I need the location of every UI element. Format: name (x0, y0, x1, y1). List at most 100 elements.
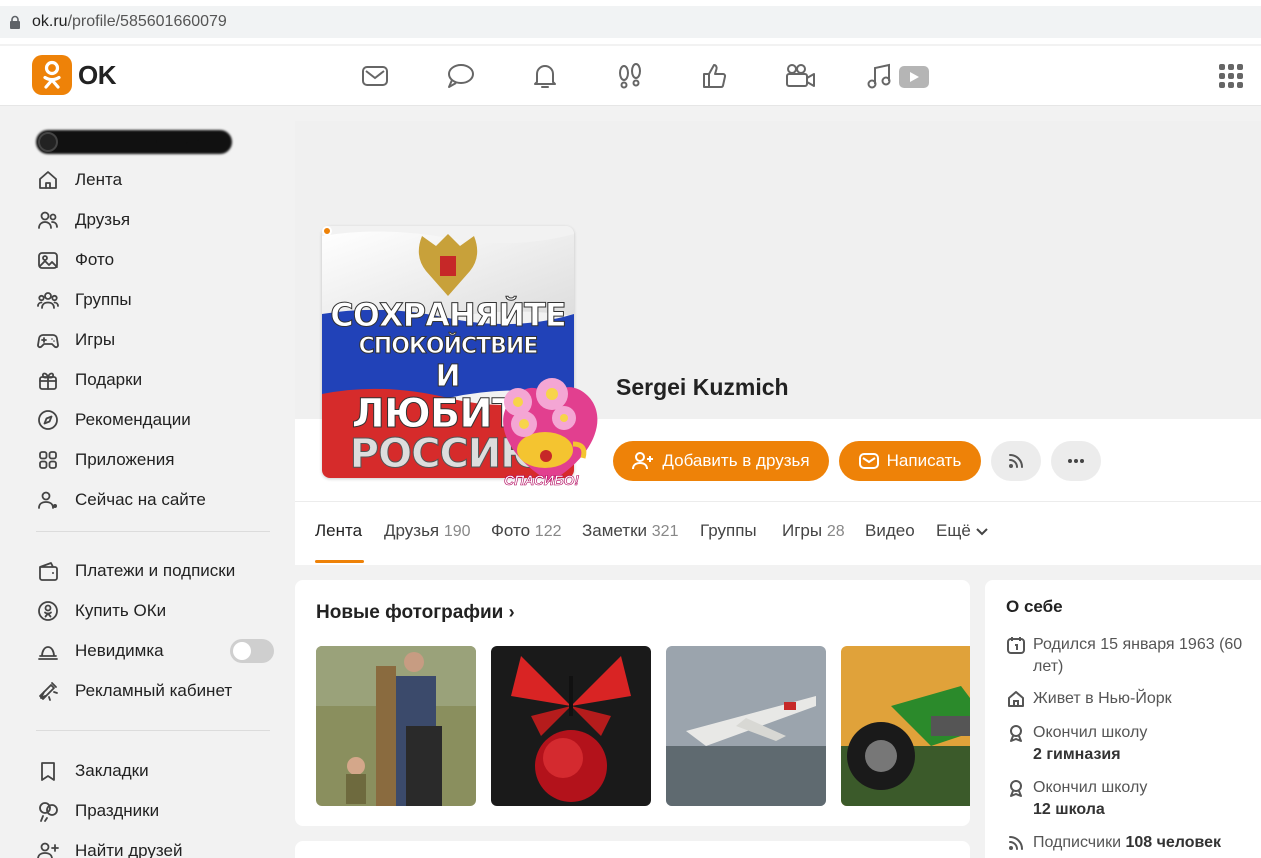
incognito-icon (36, 639, 60, 663)
sidebar-item-label: Праздники (75, 801, 160, 820)
logo-text: OK (78, 59, 117, 90)
sidebar-item-label: Лента (75, 170, 123, 189)
sidebar-item-4[interactable]: Группы (36, 285, 276, 315)
rss-icon (1009, 454, 1023, 468)
tab-5[interactable]: Группы (700, 521, 757, 541)
compass-icon (36, 408, 60, 432)
online-user-icon (36, 488, 60, 512)
sidebar-item-label: Игры (75, 330, 116, 349)
sidebar-item-1[interactable]: Платежи и подписки (36, 556, 276, 586)
sidebar-item-3[interactable]: Найти друзей (36, 836, 276, 858)
about-card: О себе Родился 15 января 1963 (60 лет) Ж… (985, 580, 1261, 858)
sidebar-item-3[interactable]: Фото (36, 245, 276, 275)
subscribe-button[interactable] (991, 441, 1041, 481)
browser-address-bar: ok.ru/profile/585601660079 (0, 0, 1261, 44)
profile-name: Sergei Kuzmich (616, 374, 789, 400)
user-avatar-icon (38, 132, 58, 152)
photo-thumbnail-4[interactable] (841, 646, 970, 806)
bookmark-icon (36, 759, 60, 783)
video-camera-icon[interactable] (780, 60, 820, 92)
add-friend-button[interactable]: Добавить в друзья (613, 441, 829, 481)
sidebar-divider (36, 531, 270, 532)
sidebar-item-6[interactable]: Подарки (36, 365, 276, 395)
chevron-right-icon: › (508, 602, 515, 622)
sidebar-item-8[interactable]: Приложения (36, 445, 276, 475)
about-school-2: Окончил школу 12 школа (1006, 777, 1256, 821)
megaphone-icon (36, 679, 60, 703)
sidebar-item-label: Рекламный кабинет (75, 681, 233, 700)
tab-8[interactable]: Ещё (936, 521, 988, 541)
calendar-icon (1006, 635, 1026, 655)
url-field[interactable]: ok.ru/profile/585601660079 (0, 6, 1261, 38)
gift-sticker[interactable]: СПАСИБО! (490, 372, 608, 492)
sidebar-item-label: Купить ОКи (75, 601, 167, 620)
active-tab-indicator (315, 560, 364, 563)
add-friend-icon (36, 839, 60, 858)
photo-thumbnail-3[interactable] (666, 646, 826, 806)
rss-icon (1006, 833, 1026, 853)
tab-2[interactable]: Друзья 190 (384, 521, 471, 541)
about-title: О себе (1006, 597, 1063, 616)
sidebar-item-2[interactable]: Праздники (36, 796, 276, 826)
chevron-down-icon (975, 521, 988, 540)
invisible-mode-toggle[interactable] (230, 639, 274, 663)
sidebar-user-link[interactable]: Игорь Наровецкий (36, 126, 236, 156)
about-birthday: Родился 15 января 1963 (60 лет) (1006, 634, 1256, 678)
sidebar-item-1[interactable]: Закладки (36, 756, 276, 786)
gift-icon (36, 368, 60, 392)
sidebar-item-7[interactable]: Рекомендации (36, 405, 276, 435)
ok-logo[interactable]: OK (32, 55, 117, 95)
sidebar-item-label: Сейчас на сайте (75, 490, 206, 509)
about-school-1: Окончил школу 2 гимназия (1006, 722, 1256, 766)
wallet-icon (36, 559, 60, 583)
sidebar-item-2[interactable]: Друзья (36, 205, 276, 235)
photo-thumbnail-1[interactable] (316, 646, 476, 806)
more-options-button[interactable] (1051, 441, 1101, 481)
tab-6[interactable]: Игры 28 (782, 521, 845, 541)
sidebar-item-label: Приложения (75, 450, 175, 469)
photo-thumbnail-2[interactable] (491, 646, 651, 806)
apps-grid-icon[interactable] (1219, 64, 1243, 88)
sidebar-divider (36, 730, 270, 731)
sidebar-item-5[interactable]: Игры (36, 325, 276, 355)
sidebar-item-label: Подарки (75, 370, 143, 389)
music-icon[interactable] (865, 60, 929, 92)
ok-logo-icon (32, 55, 72, 95)
mail-icon[interactable] (355, 60, 395, 92)
mail-icon (858, 452, 879, 470)
sidebar-item-1[interactable]: Лента (36, 165, 276, 195)
gamepad-icon (36, 328, 60, 352)
about-location: Живет в Нью-Йорк (1006, 688, 1256, 710)
thumbs-up-icon[interactable] (695, 60, 735, 92)
tabs-divider (295, 501, 1261, 502)
about-subscribers[interactable]: Подписчики 108 человек (1006, 832, 1256, 854)
chat-icon[interactable] (440, 60, 480, 92)
sidebar-item-label: Платежи и подписки (75, 561, 236, 580)
sidebar-item-9[interactable]: Сейчас на сайте (36, 485, 276, 515)
tab-3[interactable]: Фото 122 (491, 521, 562, 541)
redacted-user-name: Игорь Наровецкий (36, 130, 232, 154)
sidebar-item-label: Фото (75, 250, 115, 269)
balloon-icon (36, 799, 60, 823)
sidebar-item-2[interactable]: Купить ОКи (36, 596, 276, 626)
home-icon (1006, 689, 1026, 709)
friends-icon (36, 208, 60, 232)
apps-icon (36, 448, 60, 472)
lock-icon (10, 15, 20, 29)
more-dots-icon (1068, 459, 1084, 463)
avatar-text-line-1: СОХРАНЯЙТЕ (330, 296, 567, 335)
sidebar-item-4[interactable]: Рекламный кабинет (36, 676, 276, 706)
bell-icon[interactable] (525, 60, 565, 92)
home-icon (36, 168, 60, 192)
footprints-icon[interactable] (610, 60, 650, 92)
gift-text: СПАСИБО! (504, 472, 580, 489)
top-nav-icons (355, 60, 929, 92)
sidebar-item-label: Группы (75, 290, 132, 309)
tab-4[interactable]: Заметки 321 (582, 521, 678, 541)
tab-7[interactable]: Видео (865, 521, 915, 541)
write-message-button[interactable]: Написать (839, 441, 981, 481)
new-photos-card: Новые фотографии › (295, 580, 970, 826)
school-icon (1006, 723, 1026, 743)
tab-1[interactable]: Лента (315, 521, 362, 541)
new-photos-title[interactable]: Новые фотографии › (316, 602, 515, 624)
